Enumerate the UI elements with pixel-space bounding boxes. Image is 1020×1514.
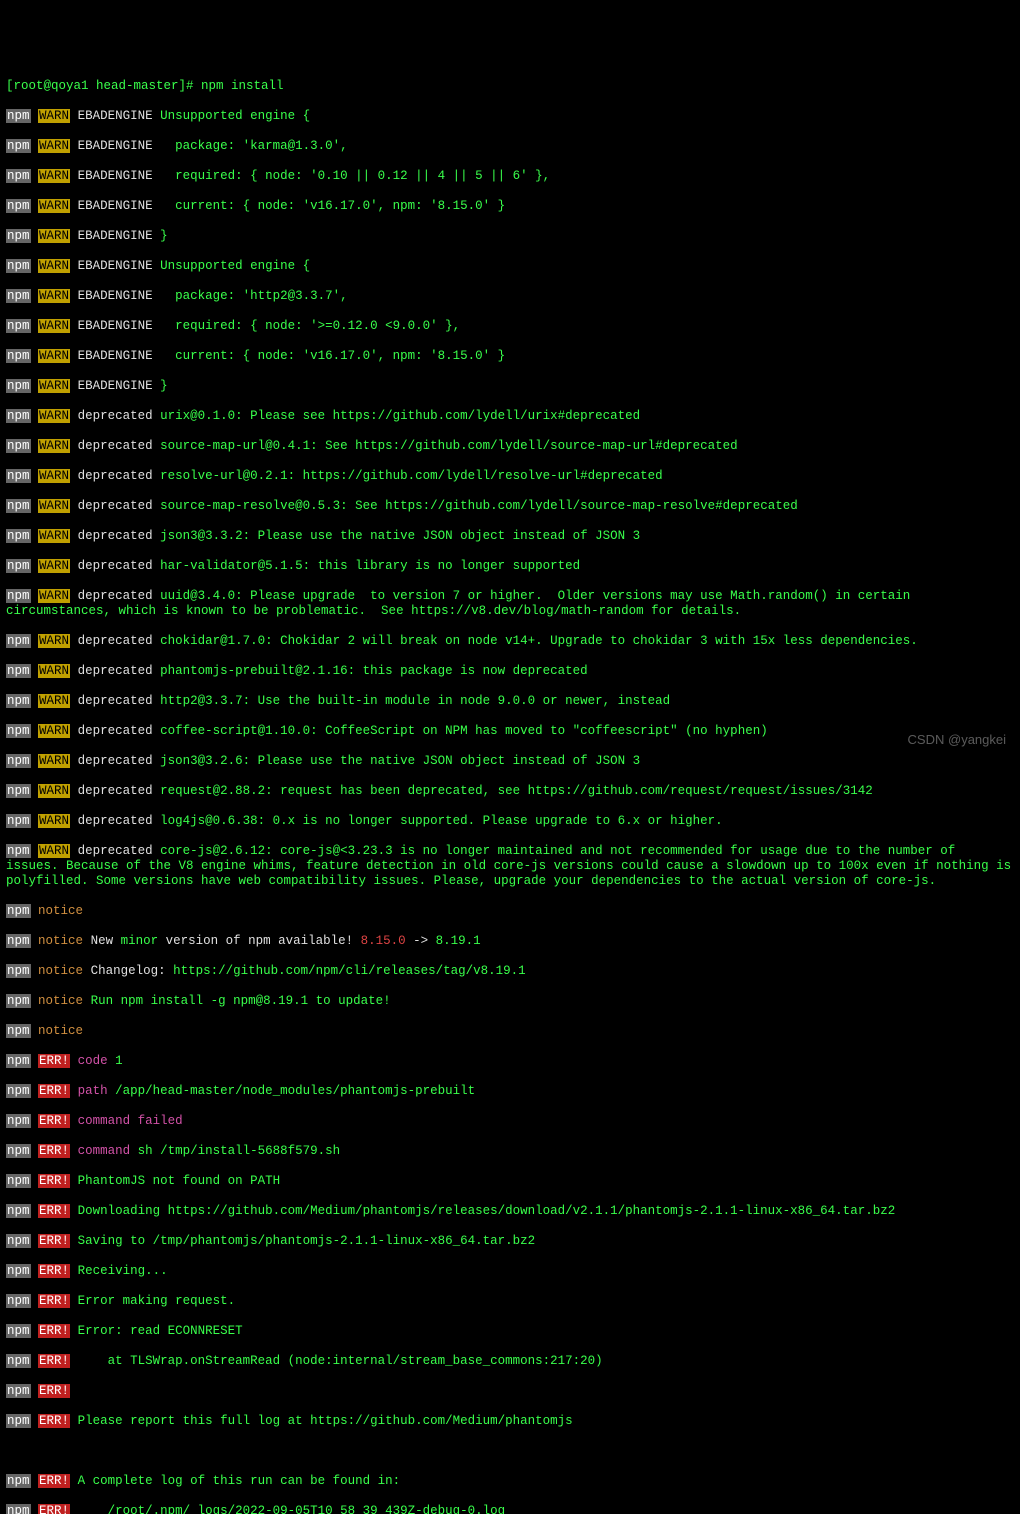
terminal-output: [root@qoya1 head-master]# npm install np… — [6, 64, 1014, 1514]
prompt-line: [root@qoya1 head-master]# npm install — [6, 79, 1014, 94]
watermark: CSDN @yangkei — [908, 732, 1006, 747]
warn-tag: WARN — [38, 109, 70, 123]
npm-tag: npm — [6, 109, 31, 123]
err-tag: ERR! — [38, 1054, 70, 1068]
deprecated-msg: urix@0.1.0: Please see https://github.co… — [160, 409, 640, 423]
notice-tag: notice — [38, 904, 83, 918]
